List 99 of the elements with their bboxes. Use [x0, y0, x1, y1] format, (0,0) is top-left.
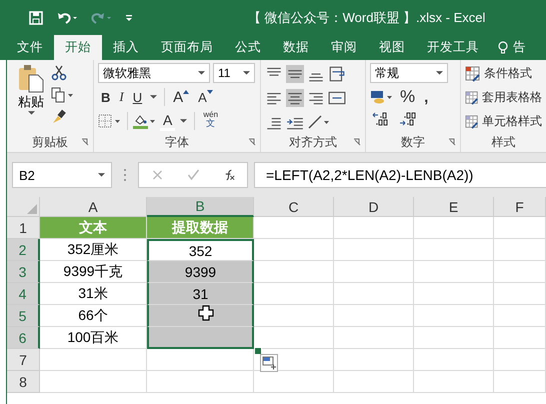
- table-cell: [494, 327, 546, 349]
- number-format-dropdown[interactable]: 常规: [370, 63, 448, 83]
- ribbon-tab[interactable]: 审阅: [320, 35, 368, 60]
- table-cell: [494, 371, 546, 393]
- column-header[interactable]: C: [254, 197, 334, 217]
- row-header[interactable]: 4: [7, 283, 40, 305]
- table-cell: 文本: [40, 217, 147, 239]
- currency-icon[interactable]: [370, 89, 394, 105]
- customize-icon[interactable]: [124, 12, 134, 22]
- dialog-launcher-icon[interactable]: [248, 138, 256, 146]
- styles-button[interactable]: 单元格样式: [465, 111, 542, 132]
- underline-button[interactable]: U: [130, 87, 146, 107]
- column-header[interactable]: A: [40, 197, 147, 217]
- column-header[interactable]: D: [334, 197, 414, 217]
- dialog-launcher-icon[interactable]: [81, 138, 89, 146]
- caret-icon: [98, 172, 105, 178]
- row-header[interactable]: 3: [7, 261, 40, 283]
- ribbon-tab[interactable]: 开始: [54, 35, 102, 60]
- row-header[interactable]: 5: [7, 305, 40, 327]
- fill-handle[interactable]: [254, 347, 262, 355]
- font-color-button[interactable]: A: [160, 111, 176, 131]
- percent-button[interactable]: %: [397, 87, 418, 107]
- ribbon-tab[interactable]: 视图: [368, 35, 416, 60]
- table-style-icon: [465, 66, 481, 82]
- caret-icon: [28, 111, 34, 116]
- up-triangle-icon: [183, 90, 190, 94]
- caret-icon[interactable]: [150, 94, 158, 100]
- row-header[interactable]: 8: [7, 371, 40, 393]
- tell-me-button[interactable]: 告: [490, 35, 537, 60]
- quick-analysis-icon[interactable]: [260, 354, 278, 372]
- cut-icon[interactable]: [51, 65, 67, 81]
- styles-button[interactable]: 套用表格格: [465, 87, 542, 108]
- format-painter-icon[interactable]: [51, 109, 67, 125]
- row-header[interactable]: 7: [7, 349, 40, 371]
- window-title: 【 微信公众号：Word联盟 】.xlsx - Excel: [248, 8, 486, 26]
- middle-align-icon[interactable]: [286, 65, 304, 83]
- fill-color-icon[interactable]: [133, 113, 157, 129]
- font-size-dropdown[interactable]: 11: [213, 63, 255, 83]
- cell-reference: B2: [19, 168, 35, 182]
- table-cell: 提取数据: [147, 217, 254, 239]
- table-style-icon: [465, 114, 479, 130]
- ribbon-tab[interactable]: 页面布局: [150, 35, 224, 60]
- table-cell: 352: [147, 239, 254, 261]
- table-cell: 31: [147, 283, 254, 305]
- column-header[interactable]: E: [414, 197, 494, 217]
- phonetic-button[interactable]: wén 文: [200, 111, 222, 131]
- ribbon-tab[interactable]: 文件: [6, 35, 54, 60]
- font-name: 微软雅黑: [103, 64, 151, 82]
- styles-button[interactable]: 条件格式: [465, 63, 542, 84]
- column-header[interactable]: B: [147, 197, 254, 217]
- table-style-icon: [465, 90, 479, 106]
- table-cell: [494, 261, 546, 283]
- row-header[interactable]: 1: [7, 217, 40, 239]
- dialog-launcher-icon[interactable]: [448, 138, 456, 146]
- borders-icon[interactable]: [98, 113, 122, 129]
- table-cell: 9399: [147, 261, 254, 283]
- grow-font-button[interactable]: A: [170, 87, 192, 107]
- lightbulb-icon: [498, 40, 508, 54]
- caret-icon: [436, 70, 443, 76]
- group-label: 对齐方式: [289, 134, 337, 150]
- paste-button[interactable]: 粘贴: [11, 63, 51, 132]
- shrink-font-button[interactable]: A: [195, 87, 216, 107]
- ribbon-tab[interactable]: 数据: [272, 35, 320, 60]
- ribbon-tab[interactable]: 插入: [102, 35, 150, 60]
- orientation-icon[interactable]: [307, 114, 331, 130]
- bold-button[interactable]: B: [98, 87, 114, 107]
- group-label: 剪贴板: [32, 134, 68, 150]
- table-cell: [494, 349, 546, 371]
- font-name-dropdown[interactable]: 微软雅黑: [98, 63, 210, 83]
- caret-icon: [198, 70, 205, 76]
- resize-handle-icon[interactable]: [123, 168, 127, 182]
- table-cell: [494, 305, 546, 327]
- caret-icon: [243, 70, 250, 76]
- row-header[interactable]: 6: [7, 327, 40, 349]
- ribbon-tab[interactable]: 开发工具: [416, 35, 490, 60]
- save-icon[interactable]: [28, 10, 44, 26]
- group-label: 样式: [492, 134, 516, 150]
- down-triangle-icon: [206, 90, 213, 94]
- group-label: 数字: [401, 134, 425, 150]
- ribbon-tab[interactable]: 公式: [224, 35, 272, 60]
- group-label: 字体: [165, 134, 189, 150]
- caret-icon[interactable]: [180, 118, 188, 124]
- dialog-launcher-icon[interactable]: [353, 138, 361, 146]
- italic-button[interactable]: I: [116, 87, 127, 107]
- align-center-icon[interactable]: [286, 89, 304, 108]
- table-cell: [494, 239, 546, 261]
- table-cell: [494, 217, 546, 239]
- number-format: 常规: [375, 64, 399, 82]
- formula-input[interactable]: =LEFT(A2,2*LEN(A2)-LENB(A2)): [254, 162, 546, 188]
- row-header[interactable]: 2: [7, 239, 40, 261]
- comma-button[interactable]: ,: [421, 87, 432, 107]
- font-size: 11: [218, 66, 230, 80]
- clipboard-icon: [16, 63, 46, 93]
- cursor-icon: [198, 305, 214, 321]
- column-header[interactable]: F: [494, 197, 546, 217]
- table-cell: [494, 283, 546, 305]
- name-box[interactable]: B2: [12, 162, 112, 188]
- wrap-text-icon[interactable]: [328, 65, 346, 83]
- copy-icon[interactable]: [51, 87, 75, 103]
